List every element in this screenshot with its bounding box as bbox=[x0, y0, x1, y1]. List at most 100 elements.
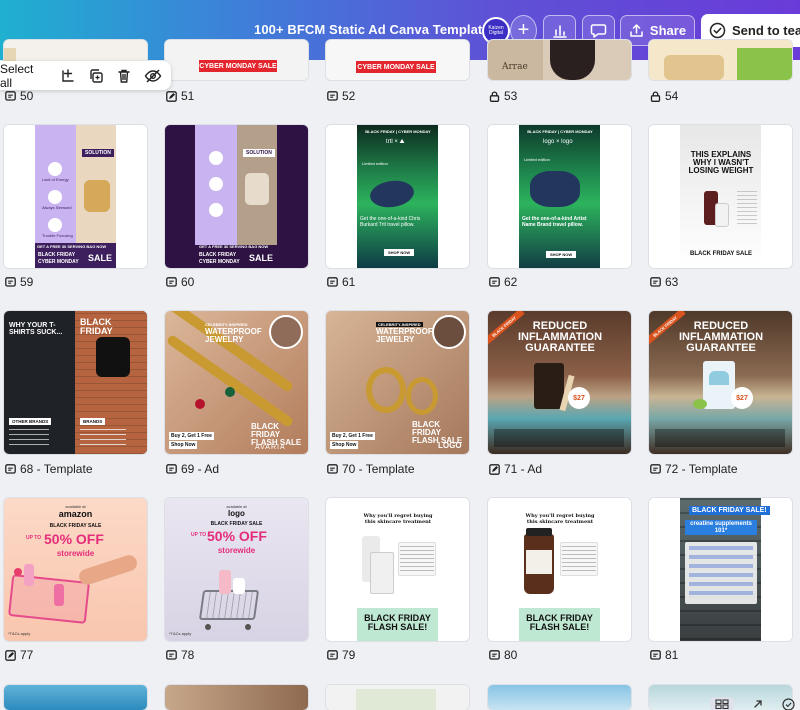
page-thumbnail-partial[interactable] bbox=[326, 685, 469, 710]
page-thumbnail-partial[interactable] bbox=[165, 685, 308, 710]
page-label[interactable]: 81 bbox=[650, 648, 678, 662]
page-thumbnail-partial[interactable] bbox=[488, 685, 631, 710]
page-thumbnail-60[interactable]: SOLUTION GET A FREE 30 SERVING BAG NOW B… bbox=[165, 125, 308, 268]
page-thumbnail-72[interactable]: BLACK FRIDAY REDUCED INFLAMMATION GUARAN… bbox=[649, 311, 792, 454]
price-badge: $27 bbox=[731, 387, 753, 409]
page-label[interactable]: 62 bbox=[489, 275, 517, 289]
comment-icon bbox=[650, 463, 661, 474]
page-label[interactable]: 59 bbox=[5, 275, 33, 289]
benefit-text: Lack of Energy bbox=[42, 177, 69, 182]
discount-text: 50% OFF bbox=[207, 528, 267, 544]
page-thumbnail-77[interactable]: available at amazon BLACK FRIDAY SALE UP… bbox=[4, 498, 147, 641]
page-thumbnail-71[interactable]: BLACK FRIDAY REDUCED INFLAMMATION GUARAN… bbox=[488, 311, 631, 454]
page-thumbnail-partial[interactable] bbox=[4, 685, 147, 710]
check-status-button[interactable] bbox=[776, 697, 800, 710]
page-label[interactable]: 77 bbox=[5, 648, 33, 662]
page-label[interactable]: 79 bbox=[327, 648, 355, 662]
logo-text: LOGO bbox=[438, 441, 462, 450]
page-number: 78 bbox=[181, 648, 195, 662]
brand-text: Arrae bbox=[502, 62, 528, 72]
page-label[interactable]: 72 - Template bbox=[650, 462, 738, 476]
page-number: 79 bbox=[342, 648, 356, 662]
trash-icon[interactable] bbox=[114, 65, 134, 86]
shop-pill: Shop Now bbox=[169, 441, 198, 449]
page-label[interactable]: 68 - Template bbox=[5, 462, 93, 476]
page-thumbnail-52[interactable]: CYBER MONDAY SALE bbox=[326, 40, 469, 80]
page-label[interactable]: 69 - Ad bbox=[166, 462, 219, 476]
page-thumbnail-61[interactable]: BLACK FRIDAY | CYBER MONDAY trtl × ⛰ Lim… bbox=[326, 125, 469, 268]
page-number: 63 bbox=[665, 275, 679, 289]
page-thumbnail-78[interactable]: available at logo BLACK FRIDAY SALE UP T… bbox=[165, 498, 308, 641]
sale-text: BLACK FRIDAY SALE bbox=[210, 521, 263, 527]
body-copy: Get the one-of-a-kind Chris Burkard Trtl… bbox=[360, 216, 421, 228]
page-label[interactable]: 71 - Ad bbox=[489, 462, 542, 476]
page-thumbnail-69[interactable]: CELEBRITY-INSPIRED WATERPROOF JEWELRY Bu… bbox=[165, 311, 308, 454]
page-label[interactable]: 60 bbox=[166, 275, 194, 289]
sale-text: SALE bbox=[88, 253, 113, 263]
headline-text: Why you'll regret buying this skincare t… bbox=[525, 513, 595, 525]
page-label[interactable]: 70 - Template bbox=[327, 462, 415, 476]
page-number: 50 bbox=[20, 89, 34, 103]
brand-text: amazon bbox=[58, 509, 93, 519]
hide-eye-icon[interactable] bbox=[143, 65, 163, 86]
bf-banner: BLACK FRIDAY SALE! bbox=[689, 506, 770, 515]
check-circle-icon bbox=[781, 697, 795, 710]
shop-button: SHOP NOW bbox=[384, 249, 415, 256]
page-label[interactable]: 53 bbox=[489, 89, 517, 103]
page-number: 62 bbox=[504, 275, 518, 289]
page-label[interactable]: 52 bbox=[327, 89, 355, 103]
page-thumbnail-81[interactable]: BLACK FRIDAY SALE! creatine supplements … bbox=[649, 498, 792, 641]
comment-icon bbox=[489, 649, 500, 660]
headline-text: BLACK FRIDAY | CYBER MONDAY bbox=[365, 129, 431, 134]
page-thumbnail-80[interactable]: Why you'll regret buying this skincare t… bbox=[488, 498, 631, 641]
edit-icon bbox=[5, 649, 16, 661]
page-label[interactable]: 78 bbox=[166, 648, 194, 662]
solution-badge: SOLUTION bbox=[82, 149, 114, 157]
grid-view-button[interactable] bbox=[710, 697, 734, 710]
page-thumbnail-51[interactable]: CYBER MONDAY SALE bbox=[165, 40, 308, 80]
page-label[interactable]: 51 bbox=[166, 89, 194, 103]
page-thumbnail-70[interactable]: CELEBRITY-INSPIRED WATERPROOF JEWELRY Bu… bbox=[326, 311, 469, 454]
bf-text: BLACK FRIDAY FLASH SALE! bbox=[526, 613, 593, 632]
comment-icon bbox=[650, 276, 661, 287]
page-thumbnail-54[interactable] bbox=[649, 40, 792, 80]
comment-icon bbox=[166, 463, 177, 474]
page-thumbnail-79[interactable]: Why you'll regret buying this skincare t… bbox=[326, 498, 469, 641]
select-all-button[interactable]: Select all bbox=[0, 62, 47, 90]
comment-icon bbox=[650, 649, 661, 660]
page-thumbnail-68[interactable]: WHY YOUR T-SHIRTS SUCK... BLACK FRIDAY O… bbox=[4, 311, 147, 454]
upload-icon bbox=[630, 24, 643, 37]
bar-chart-icon bbox=[552, 24, 567, 38]
comment-icon bbox=[327, 90, 338, 101]
grid-icon bbox=[715, 699, 729, 709]
edit-icon bbox=[489, 463, 500, 475]
sale-banner: CYBER MONDAY SALE bbox=[199, 60, 277, 72]
page-label[interactable]: 50 bbox=[5, 89, 33, 103]
comment-icon bbox=[166, 276, 177, 287]
page-label[interactable]: 61 bbox=[327, 275, 355, 289]
page-thumbnail-59[interactable]: SOLUTION Lack of Energy Always Stressed … bbox=[4, 125, 147, 268]
benefit-text: Trouble Focusing bbox=[42, 233, 73, 238]
page-label[interactable]: 54 bbox=[650, 89, 678, 103]
cm-text: CYBER MONDAY bbox=[199, 259, 240, 265]
page-thumbnail-63[interactable]: THIS EXPLAINS WHY I WASN'T LOSING WEIGHT… bbox=[649, 125, 792, 268]
page-label[interactable]: 80 bbox=[489, 648, 517, 662]
headline-text: WHY YOUR T-SHIRTS SUCK... bbox=[9, 322, 63, 336]
page-label[interactable]: 63 bbox=[650, 275, 678, 289]
logo-text: trtl × ⛰ bbox=[386, 139, 405, 145]
bf-text: BLACK FRIDAY bbox=[199, 252, 237, 258]
lock-icon bbox=[650, 90, 661, 102]
duplicate-icon[interactable] bbox=[86, 65, 106, 86]
sub-banner: creatine supplements 101* bbox=[685, 520, 757, 536]
design-title[interactable]: 100+ BFCM Static Ad Canva Templates bbox=[254, 22, 497, 37]
comment-bubble-icon bbox=[590, 24, 607, 38]
benefit-text: Always Stressed bbox=[42, 205, 72, 210]
page-number: 72 - Template bbox=[665, 462, 738, 476]
page-thumbnail-53[interactable]: Arrae bbox=[488, 40, 631, 80]
expand-button[interactable] bbox=[746, 697, 770, 710]
page-number: 80 bbox=[504, 648, 518, 662]
comment-icon bbox=[327, 276, 338, 287]
add-page-icon[interactable] bbox=[57, 65, 77, 86]
page-thumbnail-62[interactable]: BLACK FRIDAY | CYBER MONDAY logo × logo … bbox=[488, 125, 631, 268]
page-number: 52 bbox=[342, 89, 356, 103]
